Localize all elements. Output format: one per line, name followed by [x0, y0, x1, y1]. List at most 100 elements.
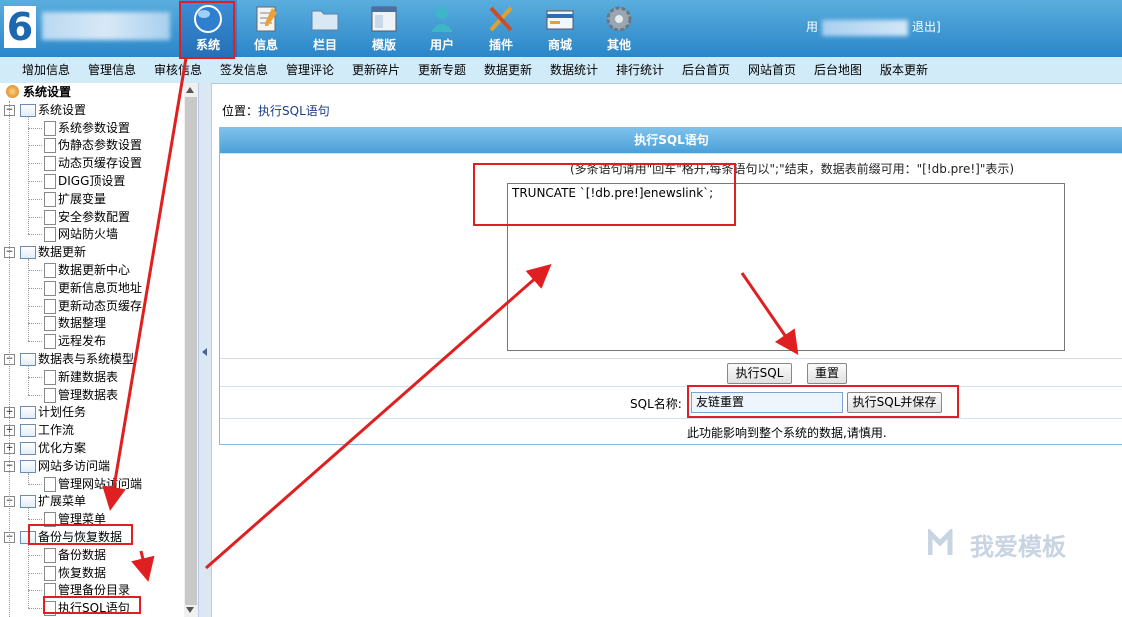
tree-guide-line: [28, 472, 29, 484]
scroll-thumb[interactable]: [185, 97, 197, 605]
sidebar-scrollbar[interactable]: [184, 83, 198, 617]
nav-other[interactable]: 其他: [590, 0, 648, 57]
quick-menu-item[interactable]: 排行统计: [616, 57, 664, 83]
tree-connector: [28, 198, 42, 200]
page-icon: [44, 387, 56, 403]
page-icon: [44, 565, 56, 581]
tree-connector: [28, 341, 42, 343]
panel-title: 执行SQL语句: [220, 128, 1122, 153]
warning-text: 此功能影响到整个系统的数据,请慎用.: [687, 426, 887, 440]
tree-connector: [28, 483, 42, 485]
panel-row: [220, 418, 1122, 445]
user-area: 用 退出]: [806, 16, 941, 38]
tree-item-label: 远程发布: [58, 334, 107, 349]
quick-menu-item[interactable]: 后台地图: [814, 57, 862, 83]
annotation-box-backup: [28, 524, 133, 545]
tree-connector: [28, 305, 42, 307]
username-blurred: [822, 19, 909, 36]
tree-item-label: 系统参数设置: [58, 120, 131, 135]
quick-menu-item[interactable]: 增加信息: [22, 57, 70, 83]
tree-item-label: 安全参数配置: [58, 209, 131, 224]
scroll-down-arrow[interactable]: [186, 607, 194, 613]
collapse-arrow-icon[interactable]: [202, 348, 207, 356]
tree-connector: [28, 608, 42, 610]
quick-menu-item[interactable]: 网站首页: [748, 57, 796, 83]
folder-icon: [20, 246, 36, 260]
tree-item-label: 管理网站访问端: [58, 476, 143, 491]
quick-menu-item[interactable]: 管理信息: [88, 57, 136, 83]
folder-icon: [311, 10, 339, 31]
tree-connector: [28, 127, 42, 129]
nav-info[interactable]: 信息: [237, 0, 295, 57]
breadcrumb-current[interactable]: 执行SQL语句: [258, 104, 330, 118]
tree-connector: [28, 376, 42, 378]
tree-connector: [28, 163, 42, 165]
nav-template[interactable]: 模版: [355, 0, 413, 57]
nav-shop[interactable]: 商城: [531, 0, 589, 57]
nav-label: 插件: [488, 38, 513, 52]
quick-menu-item[interactable]: 后台首页: [682, 57, 730, 83]
tree-connector: [28, 287, 42, 289]
logo: 6: [4, 6, 36, 48]
folder-icon: [20, 103, 36, 117]
folder-icon: [20, 459, 36, 473]
tree-group-label: 网站多访问端: [38, 458, 111, 473]
folder-icon: [20, 495, 36, 509]
page-icon: [44, 263, 56, 278]
quick-menu-item[interactable]: 管理评论: [286, 57, 334, 83]
page-icon: [44, 334, 56, 350]
sql-name-label: SQL名称:: [630, 397, 682, 411]
watermark: 我爱模板: [970, 533, 1066, 561]
annotation-box-system: [179, 1, 235, 59]
page-icon: [44, 174, 56, 189]
gear-icon: [606, 6, 632, 32]
tree-group-label: 计划任务: [38, 405, 87, 420]
breadcrumb-label: 位置：: [222, 104, 259, 118]
tree-item-label: 数据整理: [58, 316, 107, 331]
tree-connector: [28, 394, 42, 396]
quick-menu-item[interactable]: 数据统计: [550, 57, 598, 83]
tree-connector: [28, 554, 42, 556]
tree-item-label: 更新信息页地址: [58, 280, 143, 295]
panel-splitter[interactable]: [198, 83, 212, 617]
page-icon: [44, 156, 56, 172]
tree-item-label: 恢复数据: [58, 565, 107, 580]
page-icon: [44, 369, 56, 385]
quick-menu-item[interactable]: 审核信息: [154, 57, 202, 83]
tree-connector: [28, 519, 42, 521]
tree-guide-line: [28, 366, 29, 395]
nav-label: 其他: [606, 38, 631, 52]
page-icon: [44, 547, 56, 563]
folder-icon: [20, 442, 36, 455]
reset-button[interactable]: 重置: [807, 363, 847, 384]
shop-card-icon: [546, 10, 574, 30]
watermark-logo-icon: [928, 529, 953, 555]
execute-sql-button[interactable]: 执行SQL: [727, 363, 792, 384]
tree-group-label: 数据表与系统模型: [38, 352, 135, 366]
folder-icon: [20, 406, 36, 420]
quick-menu-item[interactable]: 版本更新: [880, 57, 928, 83]
tree-root-guide: [9, 100, 10, 617]
user-icon: [431, 7, 453, 32]
page-icon: [44, 191, 56, 207]
scroll-up-arrow[interactable]: [186, 87, 194, 93]
tree-root-label: 系统设置: [23, 85, 72, 99]
tree-guide-line: [28, 116, 29, 235]
tree-connector: [28, 270, 42, 271]
annotation-box-exec: [43, 596, 141, 614]
user-prefix: 用: [806, 20, 819, 34]
quick-menu-item[interactable]: 更新碎片: [352, 57, 400, 83]
quick-menu-item[interactable]: 更新专题: [418, 57, 466, 83]
quick-menu-item[interactable]: 签发信息: [220, 57, 268, 83]
nav-user[interactable]: 用户: [413, 0, 471, 57]
quick-menu-item[interactable]: 数据更新: [484, 57, 532, 83]
nav-column[interactable]: 栏目: [296, 0, 354, 57]
nav-plugin[interactable]: 插件: [472, 0, 530, 57]
logout-link[interactable]: 退出]: [912, 20, 941, 34]
tree-group-label: 工作流: [38, 423, 75, 438]
annotation-box-sql: [473, 163, 736, 226]
tree-item-label: 数据更新中心: [58, 263, 131, 277]
tree-item-label: DIGG顶设置: [58, 174, 126, 188]
tree-connector: [28, 234, 42, 236]
nav-label: 模版: [371, 38, 396, 52]
